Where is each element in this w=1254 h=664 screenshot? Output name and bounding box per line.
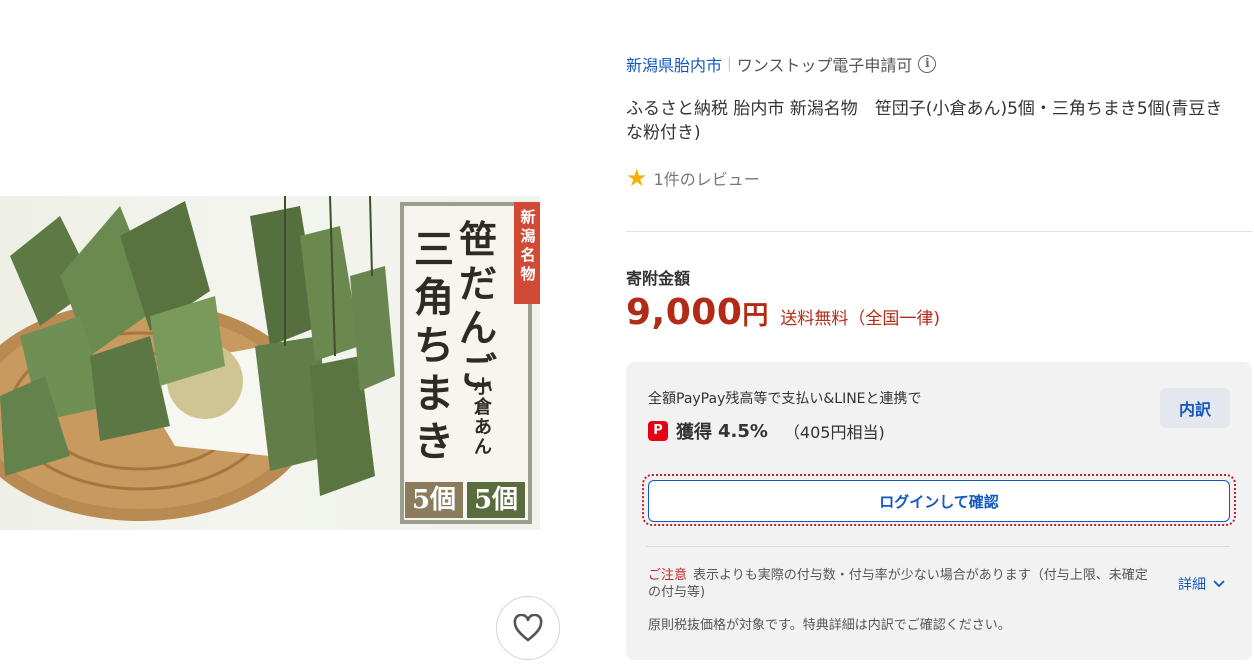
count-badges: 5個 5個 [405,482,525,518]
price-row: 9,000 円 送料無料（全国一律) [626,292,940,333]
divider: | [727,56,732,72]
earn-equivalent: （405円相当) [783,423,885,442]
price-amount: 9,000 [626,292,743,333]
info-icon[interactable]: i [918,55,937,73]
earn-rate: 4.5% [718,420,768,442]
count-badge-dango: 5個 [405,482,463,518]
divider-line [626,231,1252,232]
price-unit: 円 [742,301,769,331]
specialty-tag: 新潟名物 [514,202,540,304]
details-label[interactable]: 詳細 [1178,574,1206,594]
box-divider [646,546,1230,547]
product-title: ふるさと納税 胎内市 新潟名物 笹団子(小倉あん)5個・三角ちまき5個(青豆きな… [626,99,1223,143]
product-image: 新潟名物 笹だんご 三角ちまき 小倉あん 5個 5個 [0,196,540,530]
favorite-button[interactable] [496,596,560,660]
login-confirm-button[interactable]: ログインして確認 [648,480,1230,522]
onestop-label: ワンストップ電子申請可 [736,56,913,75]
earn-label: 獲得 [676,422,712,443]
paypay-icon: P [648,421,668,441]
subtitle-ogura: 小倉あん [474,377,492,458]
star-icon: ★ [626,164,648,192]
tax-note: 原則税抜価格が対象です。特典詳細は内訳でご確認ください。 [648,618,1011,633]
points-description: 全額PayPay残高等で支払い&LINEと連携で [648,391,922,407]
chevron-down-icon [1213,580,1225,588]
shipping-info: 送料無料（全国一律) [780,309,941,329]
details-link[interactable]: 詳細 [1178,574,1225,594]
notice-label: ご注意 [648,568,688,583]
login-focus-ring: ログインして確認 [642,474,1236,526]
review-count[interactable]: 1件のレビュー [654,166,760,190]
notice: ご注意 表示よりも実際の付与数・付与率が少ない場合があります（付与上限、未確定の付… [648,567,1148,601]
notice-text: 表示よりも実際の付与数・付与率が少ない場合があります（付与上限、未確定の付与等) [648,568,1148,600]
breakdown-button[interactable]: 内訳 [1160,388,1230,428]
product-title-panel: 新潟名物 笹だんご 三角ちまき 小倉あん 5個 5個 [400,202,540,524]
municipality-row: 新潟県胎内市 | ワンストップ電子申請可 i [626,52,937,76]
municipality-link[interactable]: 新潟県胎内市 [626,52,722,76]
heart-icon [513,614,543,642]
count-badge-chimaki: 5個 [467,482,525,518]
points-box: 全額PayPay残高等で支払い&LINEと連携で 内訳 P 獲得 4.5% （4… [626,362,1252,660]
title-line-chimaki: 三角ちまき [414,226,454,465]
review-row[interactable]: ★ 1件のレビュー [626,166,760,190]
donation-label: 寄附金額 [626,269,691,288]
earn-row: P 獲得 4.5% （405円相当) [648,418,885,444]
